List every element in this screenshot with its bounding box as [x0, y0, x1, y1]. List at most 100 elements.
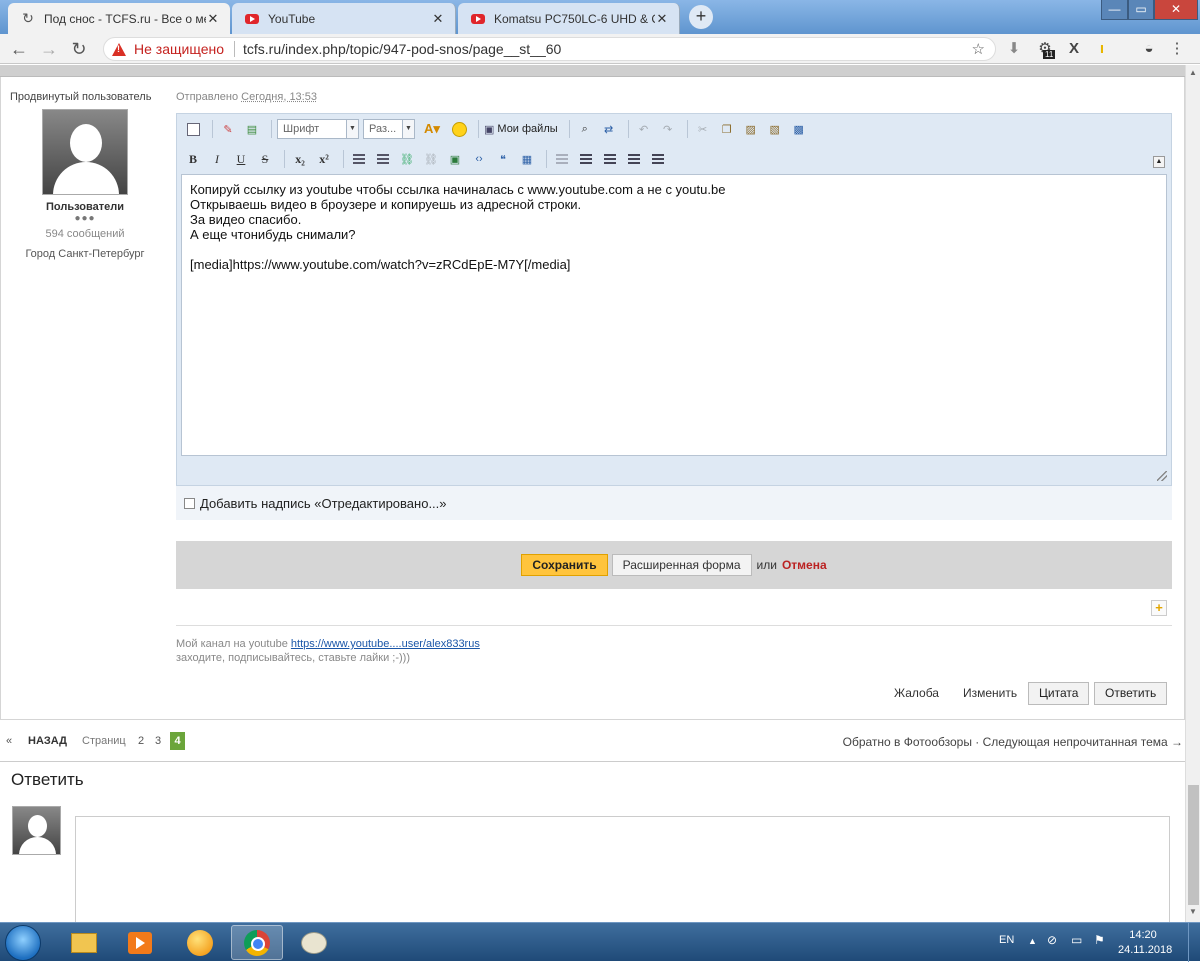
- clock[interactable]: 14:20 24.11.2018: [1118, 928, 1172, 958]
- network-icon[interactable]: ⊘: [1047, 933, 1057, 947]
- forum-nav-links[interactable]: Обратно в Фотообзоры · Следующая непрочи…: [843, 735, 1183, 749]
- replace-icon[interactable]: ⇄: [599, 119, 619, 139]
- author-city: Город Санкт-Петербург: [25, 248, 145, 260]
- back-arrow-icon[interactable]: ←: [8, 38, 30, 60]
- font-select[interactable]: Шрифт ▼: [277, 119, 359, 139]
- close-tab-icon[interactable]: ✕: [431, 11, 445, 27]
- page-link[interactable]: 2: [138, 735, 144, 747]
- outdent-icon[interactable]: [552, 149, 572, 169]
- display-icon[interactable]: ▭: [1071, 933, 1082, 947]
- scroll-up-icon[interactable]: ▲: [1189, 68, 1197, 77]
- tray-expand-icon[interactable]: ▲: [1028, 936, 1037, 946]
- quote-button[interactable]: Цитата: [1028, 682, 1090, 705]
- bookmark-star-icon[interactable]: ☆: [972, 40, 985, 58]
- collapse-toolbar-button[interactable]: ▲: [1153, 156, 1165, 168]
- resize-grip-icon[interactable]: [1157, 471, 1167, 481]
- paste-word-icon[interactable]: ▩: [789, 119, 809, 139]
- extension-icon[interactable]: ⚙ 11: [1035, 39, 1056, 59]
- superscript-icon[interactable]: x²: [314, 149, 334, 169]
- url-text[interactable]: tcfs.ru/index.php/topic/947-pod-snos/pag…: [243, 41, 561, 57]
- tab-komatsu[interactable]: Komatsu PC750LC-6 UHD & Cate ✕: [458, 3, 680, 34]
- align-left-icon[interactable]: [600, 149, 620, 169]
- address-bar[interactable]: Не защищено tcfs.ru/index.php/topic/947-…: [103, 37, 996, 61]
- page-link[interactable]: 3: [155, 735, 161, 747]
- paste-icon[interactable]: ▨: [741, 119, 761, 139]
- cut-icon[interactable]: ✂: [693, 119, 713, 139]
- subscript-icon[interactable]: x₂: [290, 149, 310, 169]
- spoiler-icon[interactable]: ▤: [242, 119, 262, 139]
- menu-icon[interactable]: ⋮: [1167, 39, 1187, 59]
- indent-icon[interactable]: [576, 149, 596, 169]
- align-right-icon[interactable]: [648, 149, 668, 169]
- explorer-taskbar-item[interactable]: [58, 925, 110, 960]
- show-desktop-button[interactable]: [1188, 923, 1200, 962]
- bullet-list-icon[interactable]: [349, 149, 369, 169]
- reload-icon[interactable]: ↻: [68, 38, 90, 60]
- close-tab-icon[interactable]: ✕: [206, 11, 220, 27]
- size-select[interactable]: Раз... ▼: [363, 119, 415, 139]
- my-files-button[interactable]: ▣ Мои файлы: [484, 123, 558, 136]
- align-center-icon[interactable]: [624, 149, 644, 169]
- yandex-icon[interactable]: ı: [1092, 39, 1112, 59]
- chrome-taskbar-item[interactable]: [231, 925, 283, 960]
- media-player-icon: [128, 931, 152, 954]
- save-button[interactable]: Сохранить: [521, 554, 608, 576]
- advanced-form-button[interactable]: Расширенная форма: [611, 554, 752, 576]
- language-indicator[interactable]: EN: [999, 934, 1014, 946]
- close-window-button[interactable]: ✕: [1154, 0, 1198, 20]
- size-select-value: Раз...: [369, 123, 397, 135]
- strikethrough-icon[interactable]: S: [255, 149, 275, 169]
- quote-icon[interactable]: ❝: [493, 149, 513, 169]
- x-extension-icon[interactable]: X: [1064, 39, 1084, 59]
- media-player-taskbar-item[interactable]: [114, 925, 166, 960]
- page-scrollbar[interactable]: ▲ ▼: [1185, 65, 1200, 922]
- smiley-icon[interactable]: [449, 119, 469, 139]
- copy-icon[interactable]: ❐: [717, 119, 737, 139]
- app-taskbar-item[interactable]: [174, 925, 226, 960]
- code-icon[interactable]: ‹›: [469, 149, 489, 169]
- edit-link[interactable]: Изменить: [963, 686, 1017, 700]
- underline-icon[interactable]: U: [231, 149, 251, 169]
- tab-tcfs[interactable]: ↻ Под снос - TCFS.ru - Все о механ ✕: [8, 3, 230, 34]
- paint-taskbar-item[interactable]: [288, 925, 340, 960]
- media-icon[interactable]: ▦: [517, 149, 537, 169]
- undo-icon[interactable]: ↶: [634, 119, 654, 139]
- minimize-button[interactable]: —: [1101, 0, 1128, 20]
- start-button[interactable]: [5, 925, 41, 961]
- cancel-link[interactable]: Отмена: [782, 558, 827, 572]
- unlink-icon[interactable]: ⛓: [421, 149, 441, 169]
- close-tab-icon[interactable]: ✕: [655, 11, 669, 27]
- tab-youtube[interactable]: YouTube ✕: [232, 3, 456, 34]
- post-editor-textarea[interactable]: Копируй ссылку из youtube чтобы ссылка н…: [181, 174, 1167, 456]
- image-icon[interactable]: ▣: [445, 149, 465, 169]
- paste-text-icon[interactable]: ▧: [765, 119, 785, 139]
- link-icon[interactable]: ⛓: [397, 149, 417, 169]
- source-mode-icon[interactable]: [183, 119, 203, 139]
- new-tab-button[interactable]: +: [689, 5, 713, 29]
- flag-icon[interactable]: ⚑: [1094, 933, 1105, 947]
- prev-arrow[interactable]: «: [6, 735, 12, 747]
- forward-arrow-icon[interactable]: →: [38, 38, 60, 60]
- reply-textarea[interactable]: [75, 816, 1170, 922]
- report-link[interactable]: Жалоба: [894, 686, 939, 700]
- numbered-list-icon[interactable]: [373, 149, 393, 169]
- scroll-thumb[interactable]: [1188, 785, 1199, 905]
- not-secure-label[interactable]: Не защищено: [134, 41, 224, 57]
- italic-icon[interactable]: I: [207, 149, 227, 169]
- redo-icon[interactable]: ↷: [658, 119, 678, 139]
- avatar[interactable]: [42, 109, 128, 195]
- find-icon[interactable]: ⌕: [575, 119, 595, 139]
- scroll-down-icon[interactable]: ▼: [1189, 907, 1197, 916]
- back-link[interactable]: НАЗАД: [28, 735, 67, 747]
- text-color-icon[interactable]: A▾: [419, 119, 445, 139]
- edit-note-checkbox[interactable]: [184, 497, 195, 509]
- reply-button[interactable]: Ответить: [1094, 682, 1168, 705]
- download-icon[interactable]: ⬇: [1004, 39, 1024, 59]
- maximize-button[interactable]: ▭: [1128, 0, 1154, 20]
- profile-avatar-icon[interactable]: ◒: [1139, 39, 1159, 59]
- eraser-icon[interactable]: ✎: [218, 119, 238, 139]
- edit-note-option[interactable]: Добавить надпись «Отредактировано...»: [176, 486, 1172, 520]
- signature-link[interactable]: https://www.youtube....user/alex833rus: [291, 638, 480, 650]
- multiquote-plus-icon[interactable]: +: [1151, 600, 1167, 616]
- bold-icon[interactable]: B: [183, 149, 203, 169]
